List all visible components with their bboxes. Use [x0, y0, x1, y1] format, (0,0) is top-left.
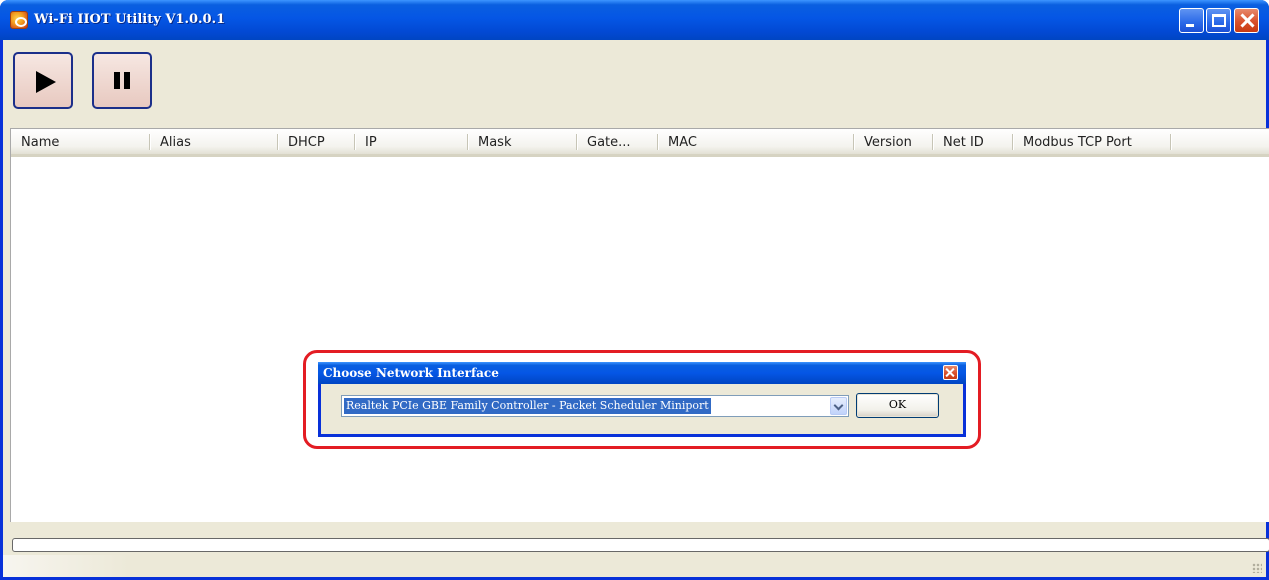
column-mac[interactable]: MAC	[658, 129, 853, 154]
play-icon	[36, 71, 56, 93]
network-interface-value: Realtek PCIe GBE Family Controller - Pac…	[343, 397, 712, 415]
minimize-button[interactable]	[1179, 8, 1204, 33]
column-dhcp[interactable]: DHCP	[278, 129, 354, 154]
window-title: Wi-Fi IIOT Utility V1.0.0.1	[34, 12, 226, 27]
column-ip[interactable]: IP	[355, 129, 467, 154]
pause-icon	[114, 72, 120, 89]
chevron-down-icon[interactable]	[830, 397, 847, 415]
column-alias[interactable]: Alias	[150, 129, 277, 154]
main-window: Wi-Fi IIOT Utility V1.0.0.1 Name Alias D…	[0, 0, 1269, 580]
pause-scan-button[interactable]	[92, 52, 152, 109]
resize-grip-icon[interactable]	[1252, 563, 1262, 573]
start-scan-button[interactable]	[13, 52, 73, 109]
device-list[interactable]: Name Alias DHCP IP Mask Gate... MAC Vers…	[10, 128, 1269, 522]
column-name[interactable]: Name	[11, 129, 149, 154]
maximize-button[interactable]	[1206, 8, 1231, 33]
minimize-icon	[1186, 24, 1194, 27]
column-header-row: Name Alias DHCP IP Mask Gate... MAC Vers…	[11, 129, 1269, 157]
ok-button[interactable]: OK	[856, 393, 939, 418]
column-version[interactable]: Version	[854, 129, 932, 154]
status-bar	[3, 555, 1266, 577]
dialog-title: Choose Network Interface	[323, 366, 499, 380]
maximize-icon	[1212, 14, 1226, 27]
network-interface-select[interactable]: Realtek PCIe GBE Family Controller - Pac…	[341, 395, 849, 417]
column-net-id[interactable]: Net ID	[933, 129, 1012, 154]
close-button[interactable]	[1234, 8, 1259, 33]
dialog-title-bar[interactable]: Choose Network Interface	[318, 362, 966, 384]
column-mask[interactable]: Mask	[468, 129, 576, 154]
column-modbus-tcp-port[interactable]: Modbus TCP Port	[1013, 129, 1170, 154]
dialog-close-button[interactable]	[943, 365, 958, 380]
app-icon[interactable]	[10, 11, 28, 29]
choose-network-interface-dialog: Choose Network Interface Realtek PCIe GB…	[318, 362, 966, 437]
column-gateway[interactable]: Gate...	[577, 129, 657, 154]
progress-bar	[12, 538, 1269, 552]
title-bar[interactable]: Wi-Fi IIOT Utility V1.0.0.1	[0, 0, 1269, 40]
